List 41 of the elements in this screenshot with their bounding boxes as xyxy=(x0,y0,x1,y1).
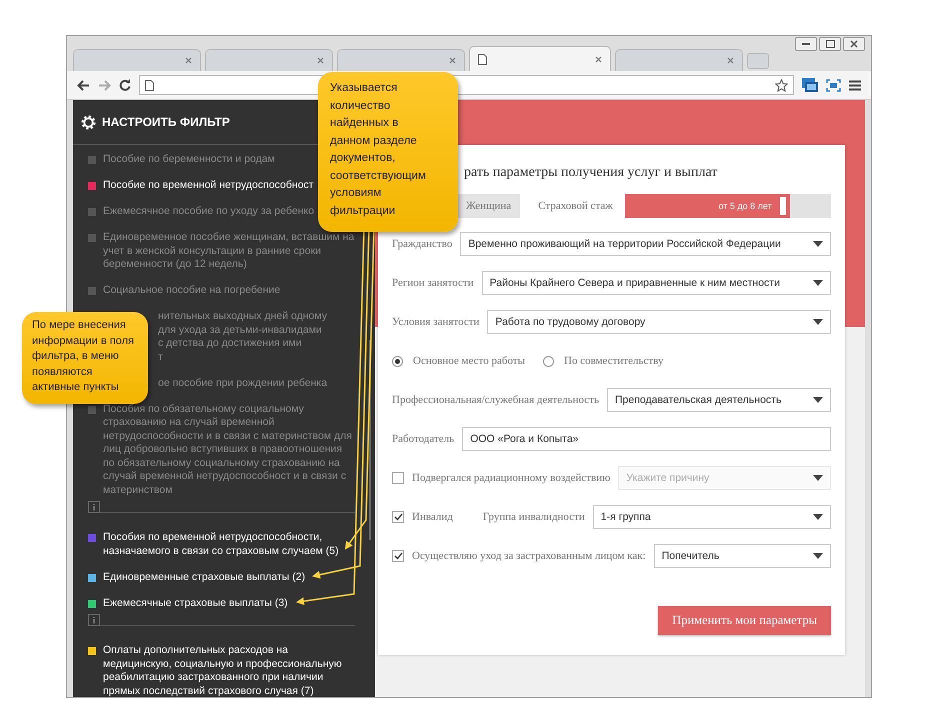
field-label: Условия занятости xyxy=(392,316,480,328)
field-label: Профессиональная/служебная деятельность xyxy=(392,394,599,406)
filter-item[interactable]: Оплаты дополнительных расходов на медицинскую, социальную и профессиональную реабилитацию застрахованного при наличии прямых последствий страхового случая (7) xyxy=(103,644,355,697)
filter-item[interactable]: Единовременное пособие женщинам, вставшим на учет в женской консультации в ранние сроки беременности (до 12 недель) xyxy=(103,231,355,272)
filter-item-text[interactable]: ое пособие при рождении ребенка xyxy=(158,376,328,390)
gender-tab[interactable]: Женщина xyxy=(457,194,520,218)
checkbox-label: Подвергался радиационному воздействию xyxy=(412,472,610,484)
filter-item[interactable]: Социальное пособие на погребение xyxy=(103,284,280,298)
dropdown[interactable]: Временно проживающий на территории Российской Федерации xyxy=(460,232,831,256)
dropdown[interactable]: Попечитель xyxy=(654,544,831,568)
filter-item[interactable]: Ежемесячные страховые выплаты (3) xyxy=(103,596,288,610)
filter-item-text[interactable]: нительных выходных дней одному xyxy=(158,310,327,324)
slider-label: Страховой стаж xyxy=(538,200,613,212)
apply-button[interactable]: Применить мои параметры xyxy=(658,606,831,635)
dropdown[interactable]: Районы Крайнего Севера и приравненные к ним местности xyxy=(482,271,831,295)
dropdown[interactable]: Преподавательская деятельность xyxy=(606,388,831,412)
checkbox-label: Осуществляю уход за застрахованным лицом как: xyxy=(412,550,646,562)
field-label: Группа инвалидности xyxy=(482,511,585,523)
checkbox-label: Инвалид xyxy=(412,511,453,523)
input-field[interactable]: ООО «Рога и Копыта» xyxy=(462,427,831,451)
field-label: Регион занятости xyxy=(392,277,474,289)
field-label: Работодатель xyxy=(392,433,454,445)
filter-item-text[interactable]: с детства до достижения ими xyxy=(158,337,302,350)
filter-item[interactable]: Пособие по беременности и родам xyxy=(103,153,275,166)
filter-item-text[interactable]: т xyxy=(158,350,163,364)
filter-item[interactable]: Ежемесячное пособие по уходу за ребенко xyxy=(103,205,314,218)
dropdown[interactable]: 1-я группа xyxy=(592,505,831,529)
field-label: Гражданство xyxy=(392,238,452,250)
slider-track[interactable]: от 5 до 8 лет xyxy=(624,194,831,218)
filter-item[interactable]: Пособия по обязательному социальному страхованию на случай временной нетрудоспособности и в связи с материнством для лиц добровольно вступивших в правоотношения по обязательному социальному страхованию на случай временной нетрудоспособност и в связи с материнством xyxy=(103,402,355,497)
slider-value: от 5 до 8 лет xyxy=(718,201,772,211)
filter-item[interactable]: Единовременные страховые выплаты (2) xyxy=(103,570,306,584)
radio-label: Основное место работы xyxy=(413,355,526,367)
filter-item-text[interactable]: для ухода за детьми-инвалидами xyxy=(158,324,322,337)
dropdown[interactable]: Работа по трудовому договору xyxy=(487,310,831,334)
callout-tooltip: По мере внесения информации в поля фильтра, в меню появляются активные пункты xyxy=(22,312,148,404)
filter-item[interactable]: Пособия по временной нетрудоспособности, назначаемого в связи со страховым случаем (5) xyxy=(103,531,355,558)
radio-label: По совместительству xyxy=(564,355,664,367)
callout-tooltip: Указывается количество найденных в данном разделе документов, соответствующим условиям фильтрации xyxy=(318,72,458,232)
filter-item[interactable]: Пособие по временной нетрудоспособност xyxy=(103,179,314,192)
sidebar-title: НАСТРОИТЬ ФИЛЬТР xyxy=(102,115,230,129)
